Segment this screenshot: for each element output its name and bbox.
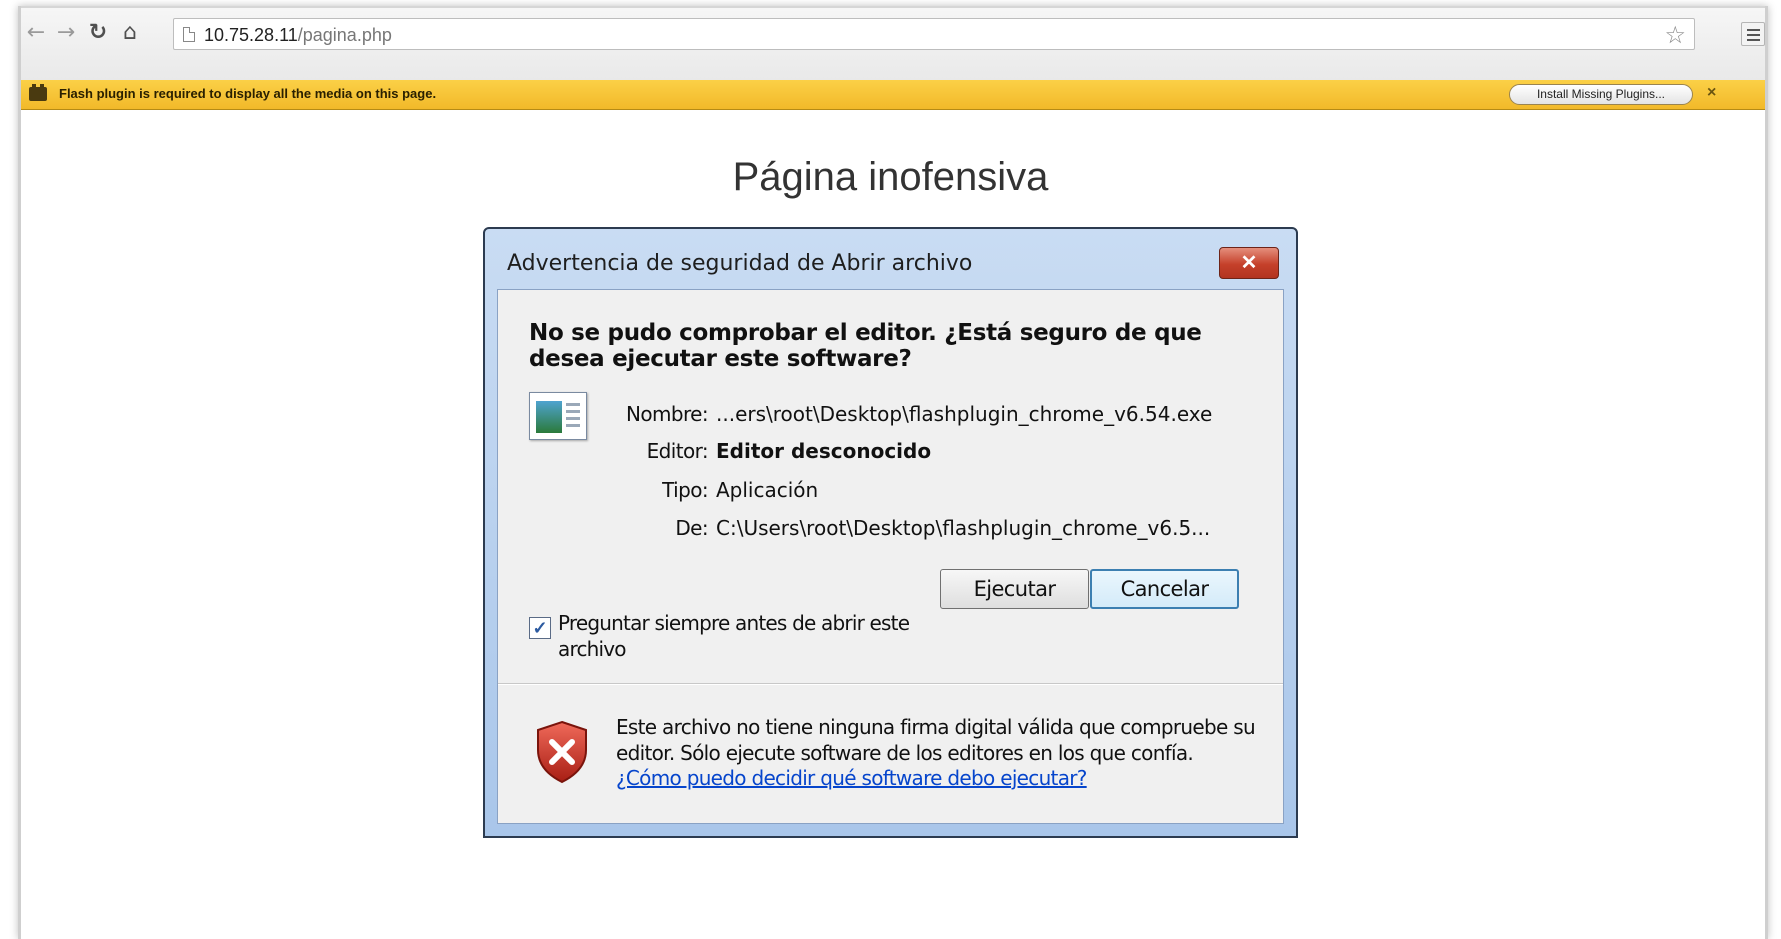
back-arrow-icon[interactable]: ← (23, 20, 49, 46)
reload-icon[interactable]: ↻ (85, 20, 111, 46)
field-value: ...ers\root\Desktop\flashplugin_chrome_v… (716, 402, 1213, 426)
page-title: Página inofensiva (732, 155, 1049, 199)
menu-icon[interactable] (1741, 22, 1765, 46)
close-icon[interactable]: × (1707, 84, 1716, 102)
help-link[interactable]: ¿Cómo puedo decidir qué software debo ej… (616, 766, 1087, 790)
dialog-body: No se pudo comprobar el editor. ¿Está se… (497, 289, 1284, 824)
home-icon[interactable]: ⌂ (117, 20, 143, 46)
infobar-message: Flash plugin is required to display all … (59, 86, 437, 101)
field-label: Nombre: (625, 402, 709, 426)
field-value: Aplicación (716, 478, 819, 502)
plugin-icon (29, 84, 47, 101)
cancel-button[interactable]: Cancelar (1090, 569, 1239, 609)
field-value: Editor desconocido (716, 439, 932, 463)
field-label: Tipo: (662, 478, 708, 502)
field-label: De: (675, 516, 708, 540)
application-icon (529, 392, 587, 440)
url-text: 10.75.28.11/pagina.php (204, 25, 392, 45)
warning-text: Este archivo no tiene ninguna firma digi… (616, 715, 1256, 765)
field-value: C:\Users\root\Desktop\flashplugin_chrome… (716, 516, 1211, 540)
security-shield-icon (537, 720, 587, 784)
forward-arrow-icon[interactable]: → (53, 20, 79, 46)
always-ask-checkbox[interactable]: ✓ (529, 617, 551, 639)
bookmark-star-icon[interactable]: ☆ (1664, 21, 1686, 49)
dialog-title: Advertencia de seguridad de Abrir archiv… (507, 251, 973, 276)
install-plugins-button[interactable]: Install Missing Plugins... (1509, 84, 1693, 105)
browser-toolbar: ← → ↻ ⌂ 10.75.28.11/pagina.php ☆ (21, 6, 1765, 80)
security-warning-dialog: Advertencia de seguridad de Abrir archiv… (483, 227, 1298, 838)
plugin-infobar: Flash plugin is required to display all … (21, 80, 1765, 110)
always-ask-label[interactable]: Preguntar siempre antes de abrir este ar… (558, 610, 938, 662)
divider (498, 683, 1283, 685)
address-bar[interactable]: 10.75.28.11/pagina.php ☆ (173, 18, 1695, 50)
page-icon (183, 27, 195, 42)
field-label: Editor: (646, 439, 709, 463)
dialog-question: No se pudo comprobar el editor. ¿Está se… (529, 320, 1202, 372)
dialog-close-button[interactable]: ✕ (1219, 247, 1279, 279)
run-button[interactable]: Ejecutar (940, 569, 1089, 609)
